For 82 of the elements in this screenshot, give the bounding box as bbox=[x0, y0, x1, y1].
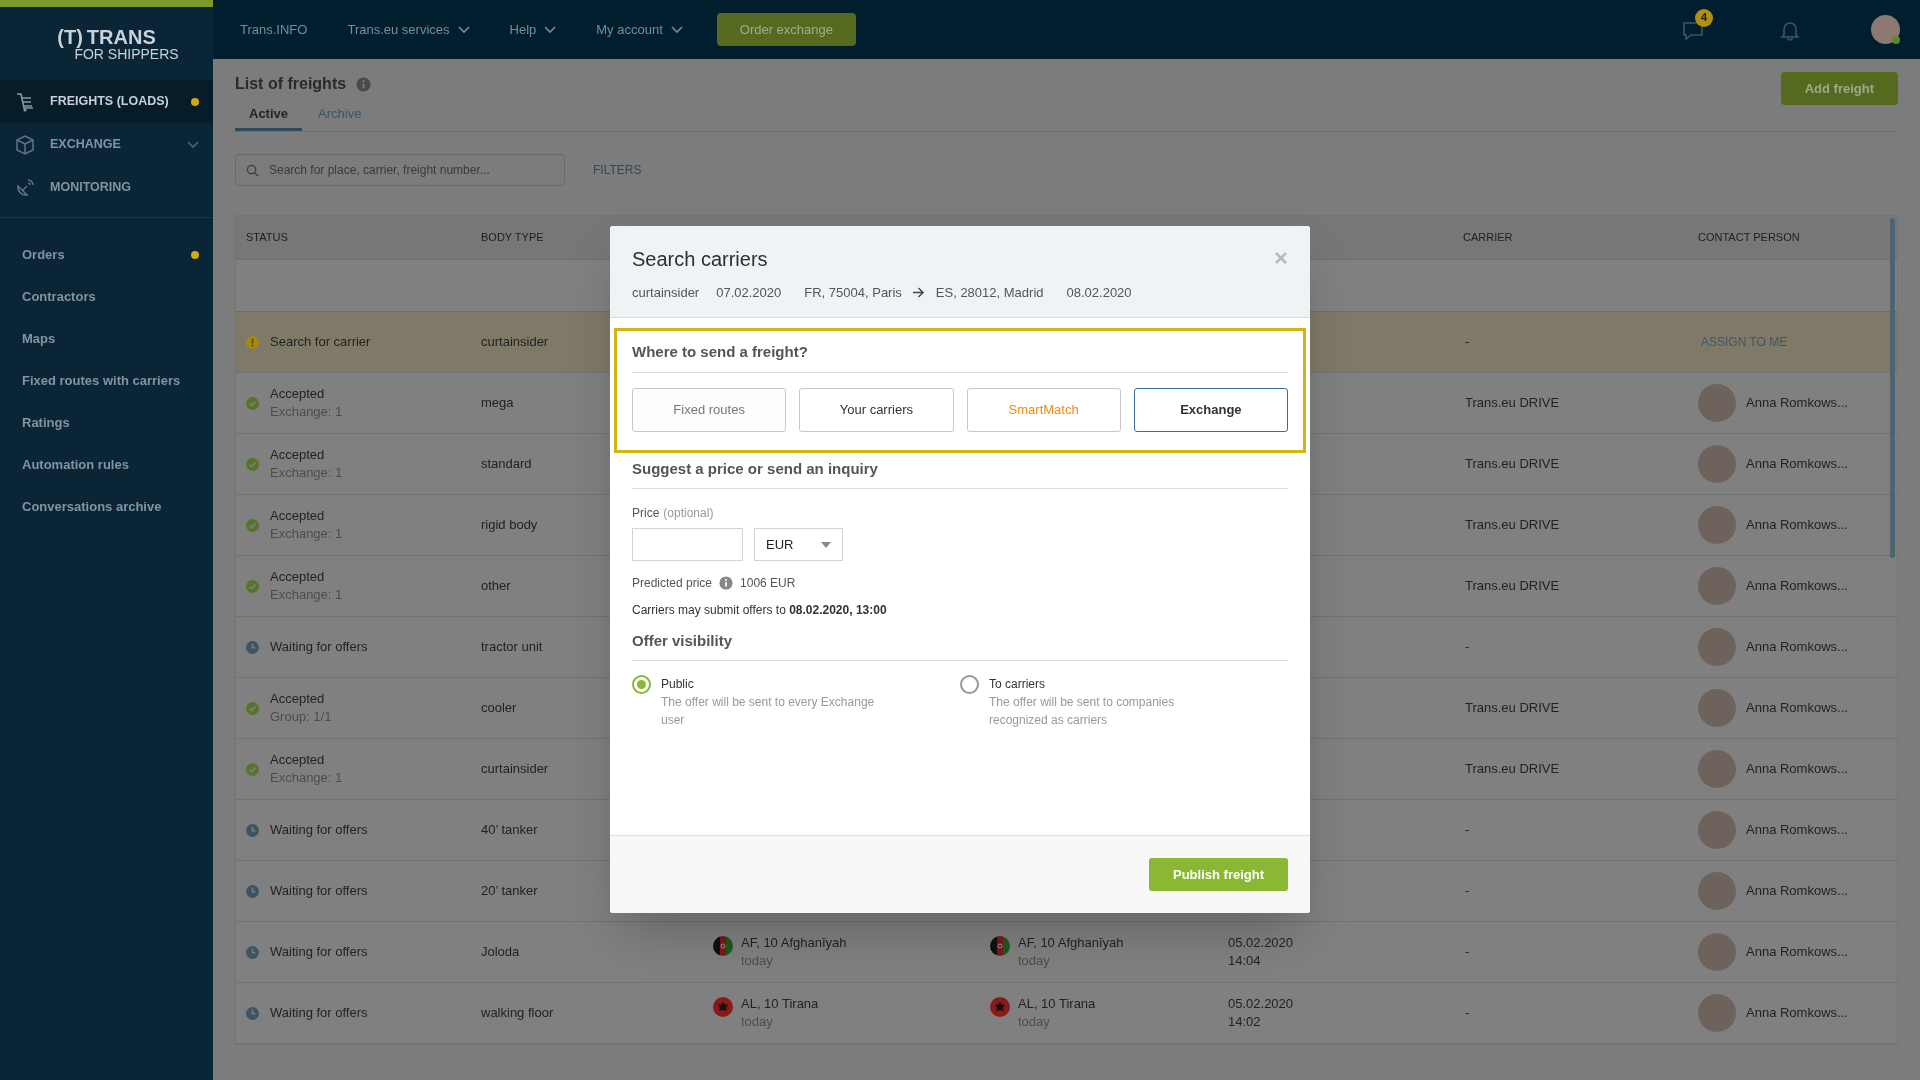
status-text: Accepted bbox=[270, 751, 326, 769]
contact-name: Anna Romkows... bbox=[1746, 821, 1848, 840]
status-text: Waiting for offers bbox=[270, 882, 368, 900]
table-cell: 20’ tanker bbox=[481, 883, 538, 899]
contact-name: Anna Romkows... bbox=[1746, 394, 1848, 413]
table-cell: tractor unit bbox=[481, 639, 543, 655]
table-cell: - bbox=[1465, 944, 1470, 960]
table-cell: rigid body bbox=[481, 517, 538, 533]
time-text: 14:04 bbox=[1228, 952, 1262, 970]
field-label: Price bbox=[632, 505, 660, 522]
logo-brand: TRANS bbox=[86, 26, 156, 47]
status-text: Accepted bbox=[270, 446, 326, 464]
section-heading: Offer visibility bbox=[632, 630, 1288, 661]
table-cell: standard bbox=[481, 456, 532, 472]
table-cell: 40’ tanker bbox=[481, 822, 538, 838]
date-text: 05.02.2020 bbox=[1228, 995, 1295, 1013]
dialog-title: Search carriers bbox=[632, 247, 768, 272]
place-name: AL, 10 Tirana bbox=[741, 995, 819, 1013]
section-heading: Where to send a freight? bbox=[632, 341, 1288, 373]
table-cell: - bbox=[1465, 334, 1470, 350]
table-cell: Trans.eu DRIVE bbox=[1465, 456, 1560, 472]
meta-text: 08.02.2020 bbox=[1066, 284, 1132, 302]
table-cell: - bbox=[1465, 822, 1470, 838]
page-title: List of freights bbox=[235, 74, 347, 94]
column-header: BODY TYPE bbox=[480, 230, 545, 246]
section-heading: Suggest a price or send an inquiry bbox=[632, 452, 1288, 489]
column-header: STATUS bbox=[245, 230, 289, 246]
table-cell: curtainsider bbox=[481, 761, 549, 777]
meta-text: ES, 28012, Madrid bbox=[935, 284, 1044, 302]
status-text: Waiting for offers bbox=[270, 638, 368, 656]
place-name: AL, 10 Tirana bbox=[1018, 995, 1096, 1013]
radio-description: The offer will be sent to companies recognized as carriers bbox=[989, 693, 1176, 729]
contact-name: Anna Romkows... bbox=[1746, 882, 1848, 901]
meta-text: 07.02.2020 bbox=[716, 284, 782, 302]
radio-description: The offer will be sent to every Exchange user bbox=[661, 693, 876, 729]
status-text: Accepted bbox=[270, 568, 326, 586]
table-cell: - bbox=[1465, 1005, 1470, 1021]
count-badge: 4 bbox=[1695, 8, 1713, 27]
table-cell: walking floor bbox=[481, 1005, 554, 1021]
logo-mark: (T) bbox=[57, 26, 83, 47]
status-text: Waiting for offers bbox=[270, 1004, 368, 1022]
status-text: Search for carrier bbox=[270, 333, 371, 351]
time-text: 14:02 bbox=[1228, 1013, 1262, 1031]
status-text: Accepted bbox=[270, 507, 326, 525]
contact-name: Anna Romkows... bbox=[1746, 455, 1848, 474]
table-cell: Trans.eu DRIVE bbox=[1465, 700, 1560, 716]
column-header: CARRIER bbox=[1462, 230, 1514, 246]
contact-name: Anna Romkows... bbox=[1746, 516, 1848, 535]
table-cell: Joloda bbox=[481, 944, 520, 960]
table-cell: Trans.eu DRIVE bbox=[1465, 578, 1560, 594]
contact-name: Anna Romkows... bbox=[1746, 760, 1848, 779]
table-cell: - bbox=[1465, 639, 1470, 655]
contact-name: Anna Romkows... bbox=[1746, 577, 1848, 596]
place-name: AF, 10 Afghanīyah bbox=[741, 934, 847, 952]
column-header: CONTACT PERSON bbox=[1697, 230, 1801, 246]
status-text: Accepted bbox=[270, 385, 326, 403]
status-text: Waiting for offers bbox=[270, 943, 368, 961]
table-cell: mega bbox=[481, 395, 514, 411]
predicted-price-label: Predicted price bbox=[632, 575, 713, 592]
contact-name: Anna Romkows... bbox=[1746, 699, 1848, 718]
contact-name: Anna Romkows... bbox=[1746, 638, 1848, 657]
radio-label: Public bbox=[661, 675, 695, 693]
table-cell: Trans.eu DRIVE bbox=[1465, 395, 1560, 411]
radio-label: To carriers bbox=[989, 675, 1046, 693]
contact-name: Anna Romkows... bbox=[1746, 1004, 1848, 1023]
table-cell: other bbox=[481, 578, 511, 594]
table-cell: Trans.eu DRIVE bbox=[1465, 517, 1560, 533]
deadline-text: Carriers may submit offers to 08.02.2020, 13:00 bbox=[632, 602, 888, 619]
table-cell: Trans.eu DRIVE bbox=[1465, 761, 1560, 777]
meta-text: curtainsider bbox=[632, 284, 700, 302]
table-cell: cooler bbox=[481, 700, 517, 716]
status-text: Waiting for offers bbox=[270, 821, 368, 839]
table-cell: curtainsider bbox=[481, 334, 549, 350]
table-cell: - bbox=[1465, 883, 1470, 899]
status-text: Accepted bbox=[270, 690, 326, 708]
contact-name: Anna Romkows... bbox=[1746, 943, 1848, 962]
field-hint: (optional) bbox=[663, 505, 714, 522]
place-name: AF, 10 Afghanīyah bbox=[1018, 934, 1124, 952]
meta-text: FR, 75004, Paris bbox=[804, 284, 902, 302]
date-text: 05.02.2020 bbox=[1228, 934, 1295, 952]
logo-tagline: FOR SHIPPERS bbox=[74, 46, 179, 61]
predicted-price-value: 1006 EUR bbox=[740, 575, 796, 592]
